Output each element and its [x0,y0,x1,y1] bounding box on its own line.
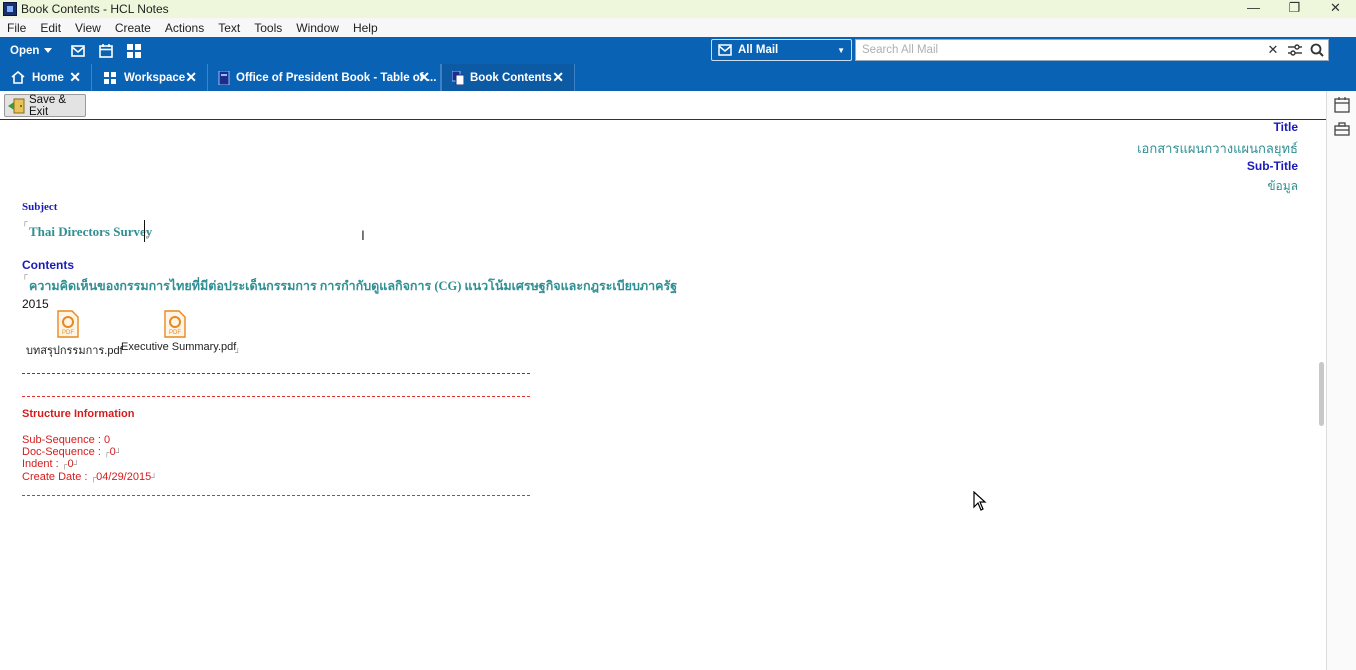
subject-field[interactable]: Thai Directors Survey [29,224,152,240]
search-filter-icon[interactable] [1284,40,1306,60]
doc-sequence-row: Doc-Sequence : ┌0┘ [22,446,121,458]
mail-icon [718,44,732,56]
field-start-marker-icon: ┌ [22,270,28,279]
menu-text[interactable]: Text [211,21,247,35]
doc-sequence-label: Doc-Sequence : [22,446,101,458]
menu-file[interactable]: File [0,21,33,35]
field-end-marker-icon: ┘ [73,460,80,469]
sub-sequence-label: Sub-Sequence : [22,434,101,446]
open-label: Open [10,44,40,57]
clear-search-icon[interactable]: ✕ [1262,40,1284,60]
pdf-file-icon[interactable]: PDF [57,310,79,338]
tab-home[interactable]: Home ✕ [0,64,92,91]
document-icon [450,70,466,86]
menu-bar: File Edit View Create Actions Text Tools… [0,18,1356,37]
tab-home-label: Home [32,71,64,84]
title-label: Title [1273,120,1298,134]
field-start-marker-icon: ┌ [22,217,28,226]
apps-grid-icon[interactable] [120,41,148,61]
close-tab-icon[interactable]: ✕ [418,69,430,86]
vertical-scrollbar-thumb[interactable] [1319,362,1324,426]
sub-sequence-row: Sub-Sequence : 0 [22,434,110,446]
create-date-row: Create Date : ┌04/29/2015┘ [22,471,157,483]
document-body: Title เอกสารแผนกวางแผนกลยุทธ์ Sub-Title … [0,120,1318,670]
window-titlebar: Book Contents - HCL Notes — ❐ ✕ [0,0,1356,18]
window-title: Book Contents - HCL Notes [21,2,169,16]
close-window-icon[interactable]: ✕ [1315,0,1356,18]
create-date-label: Create Date : [22,471,88,483]
chevron-down-icon: ▼ [837,45,845,55]
text-cursor [144,220,145,242]
menu-edit[interactable]: Edit [33,21,68,35]
close-tab-icon[interactable]: ✕ [185,69,197,86]
hcl-notes-logo-icon [3,2,17,16]
indent-row: Indent : ┌0┘ [22,458,79,470]
field-end-marker-icon: ┘ [235,348,241,357]
open-button[interactable]: Open [0,45,64,57]
tab-workspace-label: Workspace [124,71,186,84]
menu-create[interactable]: Create [108,21,158,35]
indent-label: Indent : [22,458,59,470]
search-icon[interactable] [1306,40,1328,60]
home-icon [10,70,26,86]
contents-field[interactable]: ความคิดเห็นของกรรมการไทยที่มีต่อประเด็นก… [29,276,677,296]
year-text: 2015 [22,297,49,311]
right-sidebar [1326,91,1356,670]
subtitle-label: Sub-Title [1246,159,1298,173]
contents-label: Contents [22,258,74,272]
subject-label: Subject [22,201,58,213]
menu-window[interactable]: Window [289,21,346,35]
save-exit-icon [8,98,26,114]
tab-book-contents[interactable]: Book Contents ✕ [441,64,575,91]
main-toolbar: Open All Mail ▼ ✕ [0,37,1356,64]
menu-help[interactable]: Help [346,21,385,35]
close-tab-icon[interactable]: ✕ [552,69,564,86]
tab-book-contents-label: Book Contents [470,71,552,84]
attachment-name[interactable]: Executive Summary.pdf [121,341,236,353]
mail-icon[interactable] [64,41,92,61]
tab-office-label: Office of President Book - Table of ... [236,71,437,84]
sub-sequence-value: 0 [103,434,111,446]
tab-workspace[interactable]: Workspace ✕ [92,64,208,91]
attachment-name[interactable]: บทสรุปกรรมการ.pdf [26,341,123,359]
mouse-pointer-icon [973,491,987,511]
menu-actions[interactable]: Actions [158,21,211,35]
close-tab-icon[interactable]: ✕ [69,69,81,86]
tab-bar: Home ✕ Workspace ✕ Office of President B… [0,64,1356,91]
field-end-marker-icon: ┘ [146,232,152,241]
section-divider [22,396,530,397]
title-value: เอกสารแผนกวางแผนกลยุทธ์ [1137,141,1298,156]
toolbox-icon[interactable] [1334,121,1350,137]
i-beam-cursor-icon: I [361,227,365,243]
field-end-marker-icon: ┘ [115,448,122,457]
mail-scope-label: All Mail [738,44,779,56]
section-divider [22,373,530,374]
minimize-icon[interactable]: — [1233,0,1274,18]
workspace-grid-icon [102,70,118,86]
menu-tools[interactable]: Tools [247,21,289,35]
structure-heading: Structure Information [22,408,135,420]
subtitle-value: ข้อมูล [1267,179,1298,193]
action-bar: Save & Exit [0,91,1326,120]
save-exit-button[interactable]: Save & Exit [4,93,86,118]
section-divider [22,495,530,496]
pdf-file-icon[interactable]: PDF [164,310,186,338]
chevron-down-icon [44,48,53,53]
search-input[interactable] [856,44,1262,56]
book-icon [216,70,232,86]
field-end-marker-icon: ┘ [151,473,157,482]
mail-scope-select[interactable]: All Mail ▼ [711,39,852,61]
search-box: ✕ [855,39,1329,61]
menu-view[interactable]: View [68,21,108,35]
create-date-field[interactable]: 04/29/2015 [96,471,151,483]
save-exit-label: Save & Exit [29,93,67,118]
svg-text:PDF: PDF [62,330,74,336]
calendar-icon[interactable] [1334,97,1350,113]
svg-text:PDF: PDF [169,330,181,336]
tab-office-of-president-book[interactable]: Office of President Book - Table of ... … [208,64,441,91]
restore-icon[interactable]: ❐ [1274,0,1315,18]
calendar-icon[interactable] [92,41,120,61]
